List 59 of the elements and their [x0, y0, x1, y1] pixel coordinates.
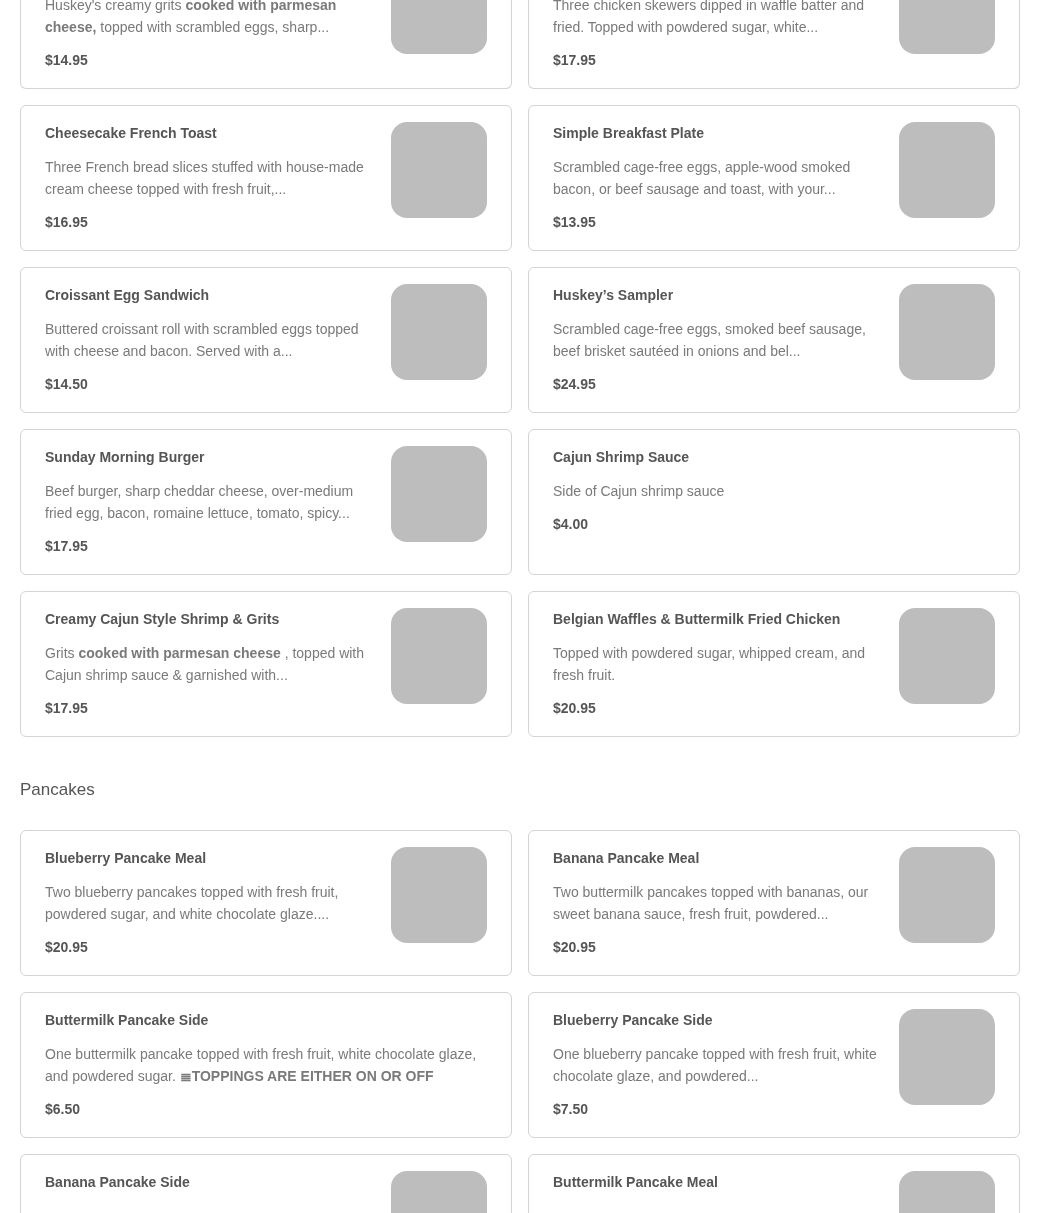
item-price: $14.50	[45, 375, 89, 394]
item-title: Banana Pancake Side	[45, 1173, 191, 1192]
menu-item-card[interactable]: Cajun Shrimp Sauce Side of Cajun shrimp sauce $4.00	[528, 429, 1020, 575]
item-description: Grits cooked with parmesan cheese , topped with Cajun shrimp sauce & garnished with...	[45, 644, 366, 685]
section-heading: Pancakes	[20, 779, 96, 801]
item-description: Scrambled cage-free eggs, apple-wood smoked bacon, or beef sausage and toast, with your...	[553, 158, 852, 199]
menu-item-card[interactable]: Belgian Waffles & Buttermilk Fried Chicken Topped with powdered sugar, whipped cream, and fresh fruit. $20.95	[528, 591, 1020, 737]
item-description: Two blueberry pancakes topped with fresh fruit, powdered sugar, and white chocolate glaze....	[45, 883, 340, 924]
item-price: $24.95	[553, 375, 597, 394]
item-title: Croissant Egg Sandwich	[45, 286, 211, 305]
item-price: $7.50	[553, 1100, 590, 1119]
menu-item-card[interactable]: Cheesecake French Toast Three French bread slices stuffed with house-made cream cheese topped with fresh fruit,... $16.95	[20, 105, 512, 251]
menu-item-card[interactable]: Sunday Morning Burger Beef burger, sharp cheddar cheese, over-medium fried egg, bacon, romaine lettuce, tomato, spicy... $17.95	[20, 429, 512, 575]
item-description: Three chicken skewers dipped in waffle batter and fried. Topped with powdered sugar, white...	[553, 0, 866, 37]
item-price: $20.95	[553, 699, 597, 718]
item-price: $17.95	[45, 537, 89, 556]
menu-item-card[interactable]: Blueberry Pancake Side One blueberry pancake topped with fresh fruit, white chocolate glaze, and powdered... $7.50	[528, 992, 1020, 1138]
item-description: Topped with powdered sugar, whipped cream, and fresh fruit.	[553, 644, 867, 685]
menu-item-card[interactable]: Three chicken skewers dipped in waffle batter and fried. Topped with powdered sugar, white... $17.95	[528, 0, 1020, 89]
item-description: One buttermilk pancake topped with fresh fruit, white chocolate glaze, and powdered sugar. ≣TOPPINGS ARE EITHER ON OR OFF	[45, 1045, 478, 1086]
item-title: Blueberry Pancake Side	[553, 1011, 714, 1030]
item-description: Three French bread slices stuffed with house-made cream cheese topped with fresh fruit,...	[45, 158, 365, 199]
menu-item-card[interactable]: Blueberry Pancake Meal Two blueberry pancakes topped with fresh fruit, powdered sugar, and white chocolate glaze.... $20.95	[20, 830, 512, 976]
item-price: $20.95	[553, 938, 597, 957]
item-description: One blueberry pancake topped with fresh fruit, white chocolate glaze, and powdered...	[553, 1045, 878, 1086]
item-description: Side of Cajun shrimp sauce	[553, 482, 726, 501]
item-title: Simple Breakfast Plate	[553, 124, 705, 143]
item-description: Two buttermilk pancakes topped with bananas, our sweet banana sauce, fresh fruit, powdered...	[553, 883, 870, 924]
item-title: Creamy Cajun Style Shrimp & Grits	[45, 610, 281, 629]
menu-item-card[interactable]: Huskey’s Sampler Scrambled cage-free eggs, smoked beef sausage, beef brisket sautéed in onions and bel... $24.95	[528, 267, 1020, 413]
menu-item-card[interactable]: Croissant Egg Sandwich Buttered croissant roll with scrambled eggs topped with cheese and bacon. Served with a... $14.50	[20, 267, 512, 413]
item-description: Beef burger, sharp cheddar cheese, over-medium fried egg, bacon, romaine lettuce, tomato, spicy...	[45, 482, 355, 523]
item-price: $14.95	[45, 51, 89, 70]
item-title: Sunday Morning Burger	[45, 448, 206, 467]
item-title: Banana Pancake Meal	[553, 849, 701, 868]
item-price: $4.00	[553, 515, 590, 534]
menu-item-card[interactable]: Simple Breakfast Plate Scrambled cage-free eggs, apple-wood smoked bacon, or beef sausage and toast, with your... $13.95	[528, 105, 1020, 251]
menu-item-card[interactable]: Huskey's creamy grits cooked with parmesan cheese, topped with scrambled eggs, sharp... $14.95	[20, 0, 512, 89]
item-title: Belgian Waffles & Buttermilk Fried Chicken	[553, 610, 842, 629]
item-title: Cheesecake French Toast	[45, 124, 218, 143]
item-title: Huskey’s Sampler	[553, 286, 675, 305]
item-title: Buttermilk Pancake Meal	[553, 1173, 719, 1192]
menu-item-card[interactable]: Banana Pancake Meal Two buttermilk pancakes topped with bananas, our sweet banana sauce, fresh fruit, powdered... $20.95	[528, 830, 1020, 976]
menu-item-card[interactable]: Creamy Cajun Style Shrimp & Grits Grits cooked with parmesan cheese , topped with Cajun shrimp sauce & garnished with... $17.95	[20, 591, 512, 737]
item-price: $6.50	[45, 1100, 82, 1119]
item-description: Buttered croissant roll with scrambled eggs topped with cheese and bacon. Served with a...	[45, 320, 360, 361]
menu-item-card[interactable]: Banana Pancake Side	[20, 1154, 512, 1213]
menu-item-card[interactable]: Buttermilk Pancake Side One buttermilk pancake topped with fresh fruit, white chocolate glaze, and powdered sugar. ≣TOPPINGS ARE EITHER ON OR OFF $6.50	[20, 992, 512, 1138]
item-price: $17.95	[45, 699, 89, 718]
item-description: Huskey's creamy grits cooked with parmesan cheese, topped with scrambled eggs, sharp...	[45, 0, 338, 37]
item-title: Cajun Shrimp Sauce	[553, 448, 691, 467]
item-price: $13.95	[553, 213, 597, 232]
item-description: Scrambled cage-free eggs, smoked beef sausage, beef brisket sautéed in onions and bel...	[553, 320, 867, 361]
item-title: Blueberry Pancake Meal	[45, 849, 208, 868]
item-price: $17.95	[553, 51, 597, 70]
menu-item-card[interactable]: Buttermilk Pancake Meal	[528, 1154, 1020, 1213]
item-price: $16.95	[45, 213, 89, 232]
item-price: $20.95	[45, 938, 89, 957]
item-title: Buttermilk Pancake Side	[45, 1011, 210, 1030]
